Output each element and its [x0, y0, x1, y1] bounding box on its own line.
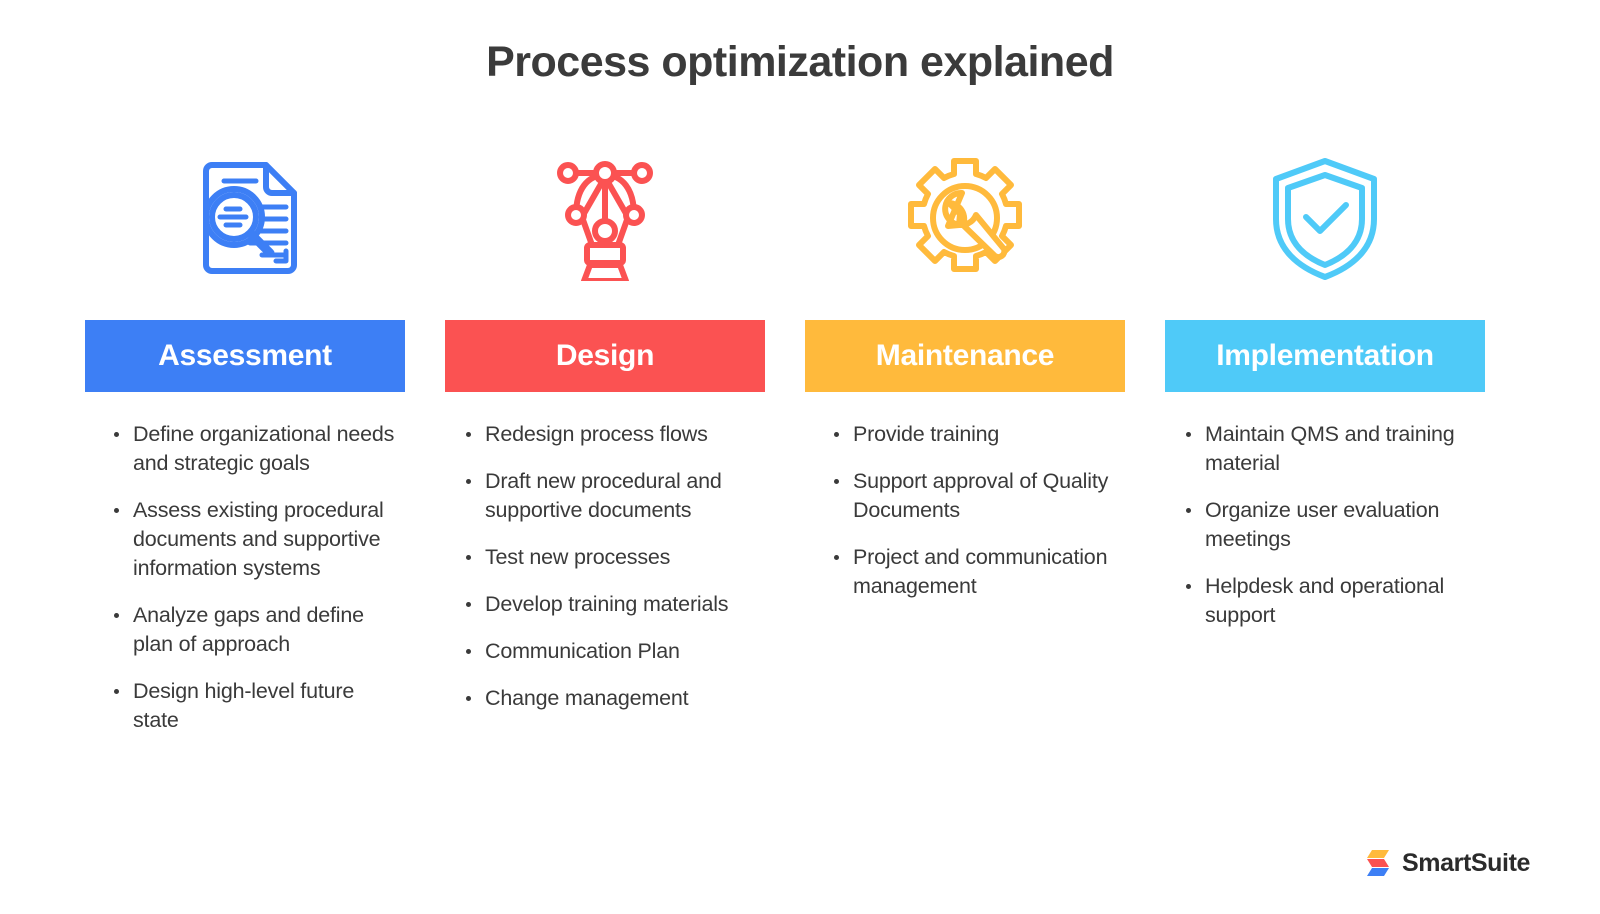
column-label: Maintenance [875, 339, 1055, 372]
bullet-list-assessment: Define organizational needs and strategi… [85, 420, 405, 753]
list-item: Maintain QMS and training material [1173, 420, 1485, 478]
infographic-slide: Process optimization explained Assessmen… [0, 0, 1600, 914]
list-item: Helpdesk and operational support [1173, 572, 1485, 630]
list-item: Define organizational needs and strategi… [101, 420, 405, 478]
header-bar-maintenance: Maintenance [805, 320, 1125, 392]
column-label: Implementation [1216, 339, 1434, 372]
header-bar-design: Design [445, 320, 765, 392]
gear-wrench-icon [805, 140, 1125, 295]
column-label: Design [555, 339, 655, 372]
column-design: Design Redesign process flows Draft new … [445, 140, 765, 753]
bullet-list-implementation: Maintain QMS and training material Organ… [1165, 420, 1485, 648]
columns-container: Assessment Define organizational needs a… [85, 140, 1485, 753]
pen-tool-icon [445, 140, 765, 295]
bullet-list-maintenance: Provide training Support approval of Qua… [805, 420, 1125, 619]
document-magnifier-icon [85, 140, 405, 295]
list-item: Redesign process flows [453, 420, 765, 449]
smartsuite-logo-mark [1367, 850, 1390, 876]
list-item: Change management [453, 684, 765, 713]
list-item: Organize user evaluation meetings [1173, 496, 1485, 554]
header-bar-assessment: Assessment [85, 320, 405, 392]
list-item: Develop training materials [453, 590, 765, 619]
page-title: Process optimization explained [486, 38, 1114, 86]
header-bar-implementation: Implementation [1165, 320, 1485, 392]
list-item: Assess existing procedural documents and… [101, 496, 405, 583]
column-maintenance: Maintenance Provide training Support app… [805, 140, 1125, 753]
shield-check-icon [1165, 140, 1485, 295]
list-item: Design high-level future state [101, 677, 405, 735]
list-item: Provide training [821, 420, 1125, 449]
list-item: Communication Plan [453, 637, 765, 666]
column-implementation: Implementation Maintain QMS and training… [1165, 140, 1485, 753]
bullet-list-design: Redesign process flows Draft new procedu… [445, 420, 765, 731]
column-label: Assessment [158, 339, 332, 372]
list-item: Support approval of Quality Documents [821, 467, 1125, 525]
list-item: Draft new procedural and supportive docu… [453, 467, 765, 525]
list-item: Analyze gaps and define plan of approach [101, 601, 405, 659]
logo-text: SmartSuite [1402, 848, 1530, 877]
column-assessment: Assessment Define organizational needs a… [85, 140, 405, 753]
list-item: Project and communication management [821, 543, 1125, 601]
smartsuite-logo: SmartSuite [1365, 848, 1530, 878]
list-item: Test new processes [453, 543, 765, 572]
